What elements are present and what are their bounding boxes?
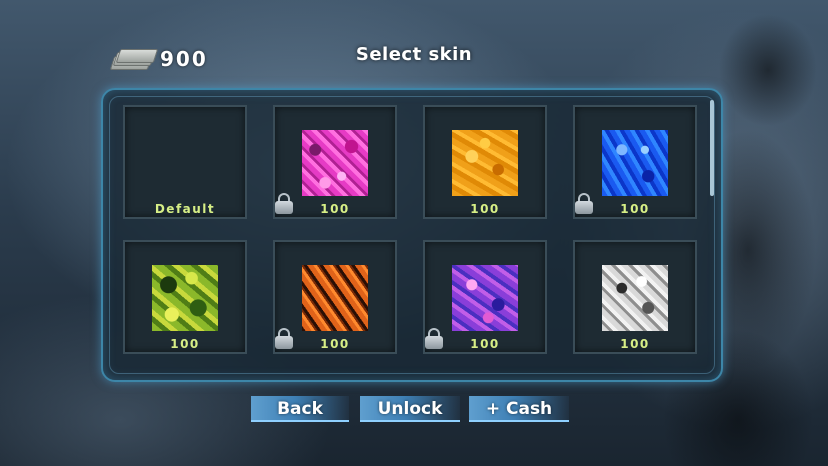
- skin-price: 100: [170, 337, 200, 351]
- skin-price: 100: [470, 337, 500, 351]
- skin-card-orange[interactable]: 100: [423, 105, 547, 219]
- skin-swatch: [302, 130, 368, 196]
- skin-label: Default: [154, 202, 216, 216]
- unlock-button[interactable]: Unlock: [360, 396, 460, 422]
- skin-swatch: [452, 130, 518, 196]
- skin-card-purple[interactable]: 100: [423, 240, 547, 354]
- skin-card-white[interactable]: 100: [573, 240, 697, 354]
- skin-card-tiger[interactable]: 100: [273, 240, 397, 354]
- scrollbar[interactable]: [710, 100, 714, 196]
- skin-card-green-camo[interactable]: 100: [123, 240, 247, 354]
- page-title: Select skin: [355, 44, 473, 65]
- skin-swatch: [602, 265, 668, 331]
- skin-price: 100: [620, 202, 650, 216]
- skin-price: 100: [320, 202, 350, 216]
- skin-card-blue[interactable]: 100: [573, 105, 697, 219]
- back-button[interactable]: Back: [251, 396, 349, 422]
- skin-swatch: [602, 130, 668, 196]
- skin-swatch: [452, 265, 518, 331]
- skin-swatch: [302, 265, 368, 331]
- add-cash-button[interactable]: + Cash: [469, 396, 569, 422]
- skin-price: 100: [470, 202, 500, 216]
- skin-card-default[interactable]: Default: [123, 105, 247, 219]
- skin-card-pink[interactable]: 100: [273, 105, 397, 219]
- skin-price: 100: [620, 337, 650, 351]
- skin-price: 100: [320, 337, 350, 351]
- skin-swatch: [152, 265, 218, 331]
